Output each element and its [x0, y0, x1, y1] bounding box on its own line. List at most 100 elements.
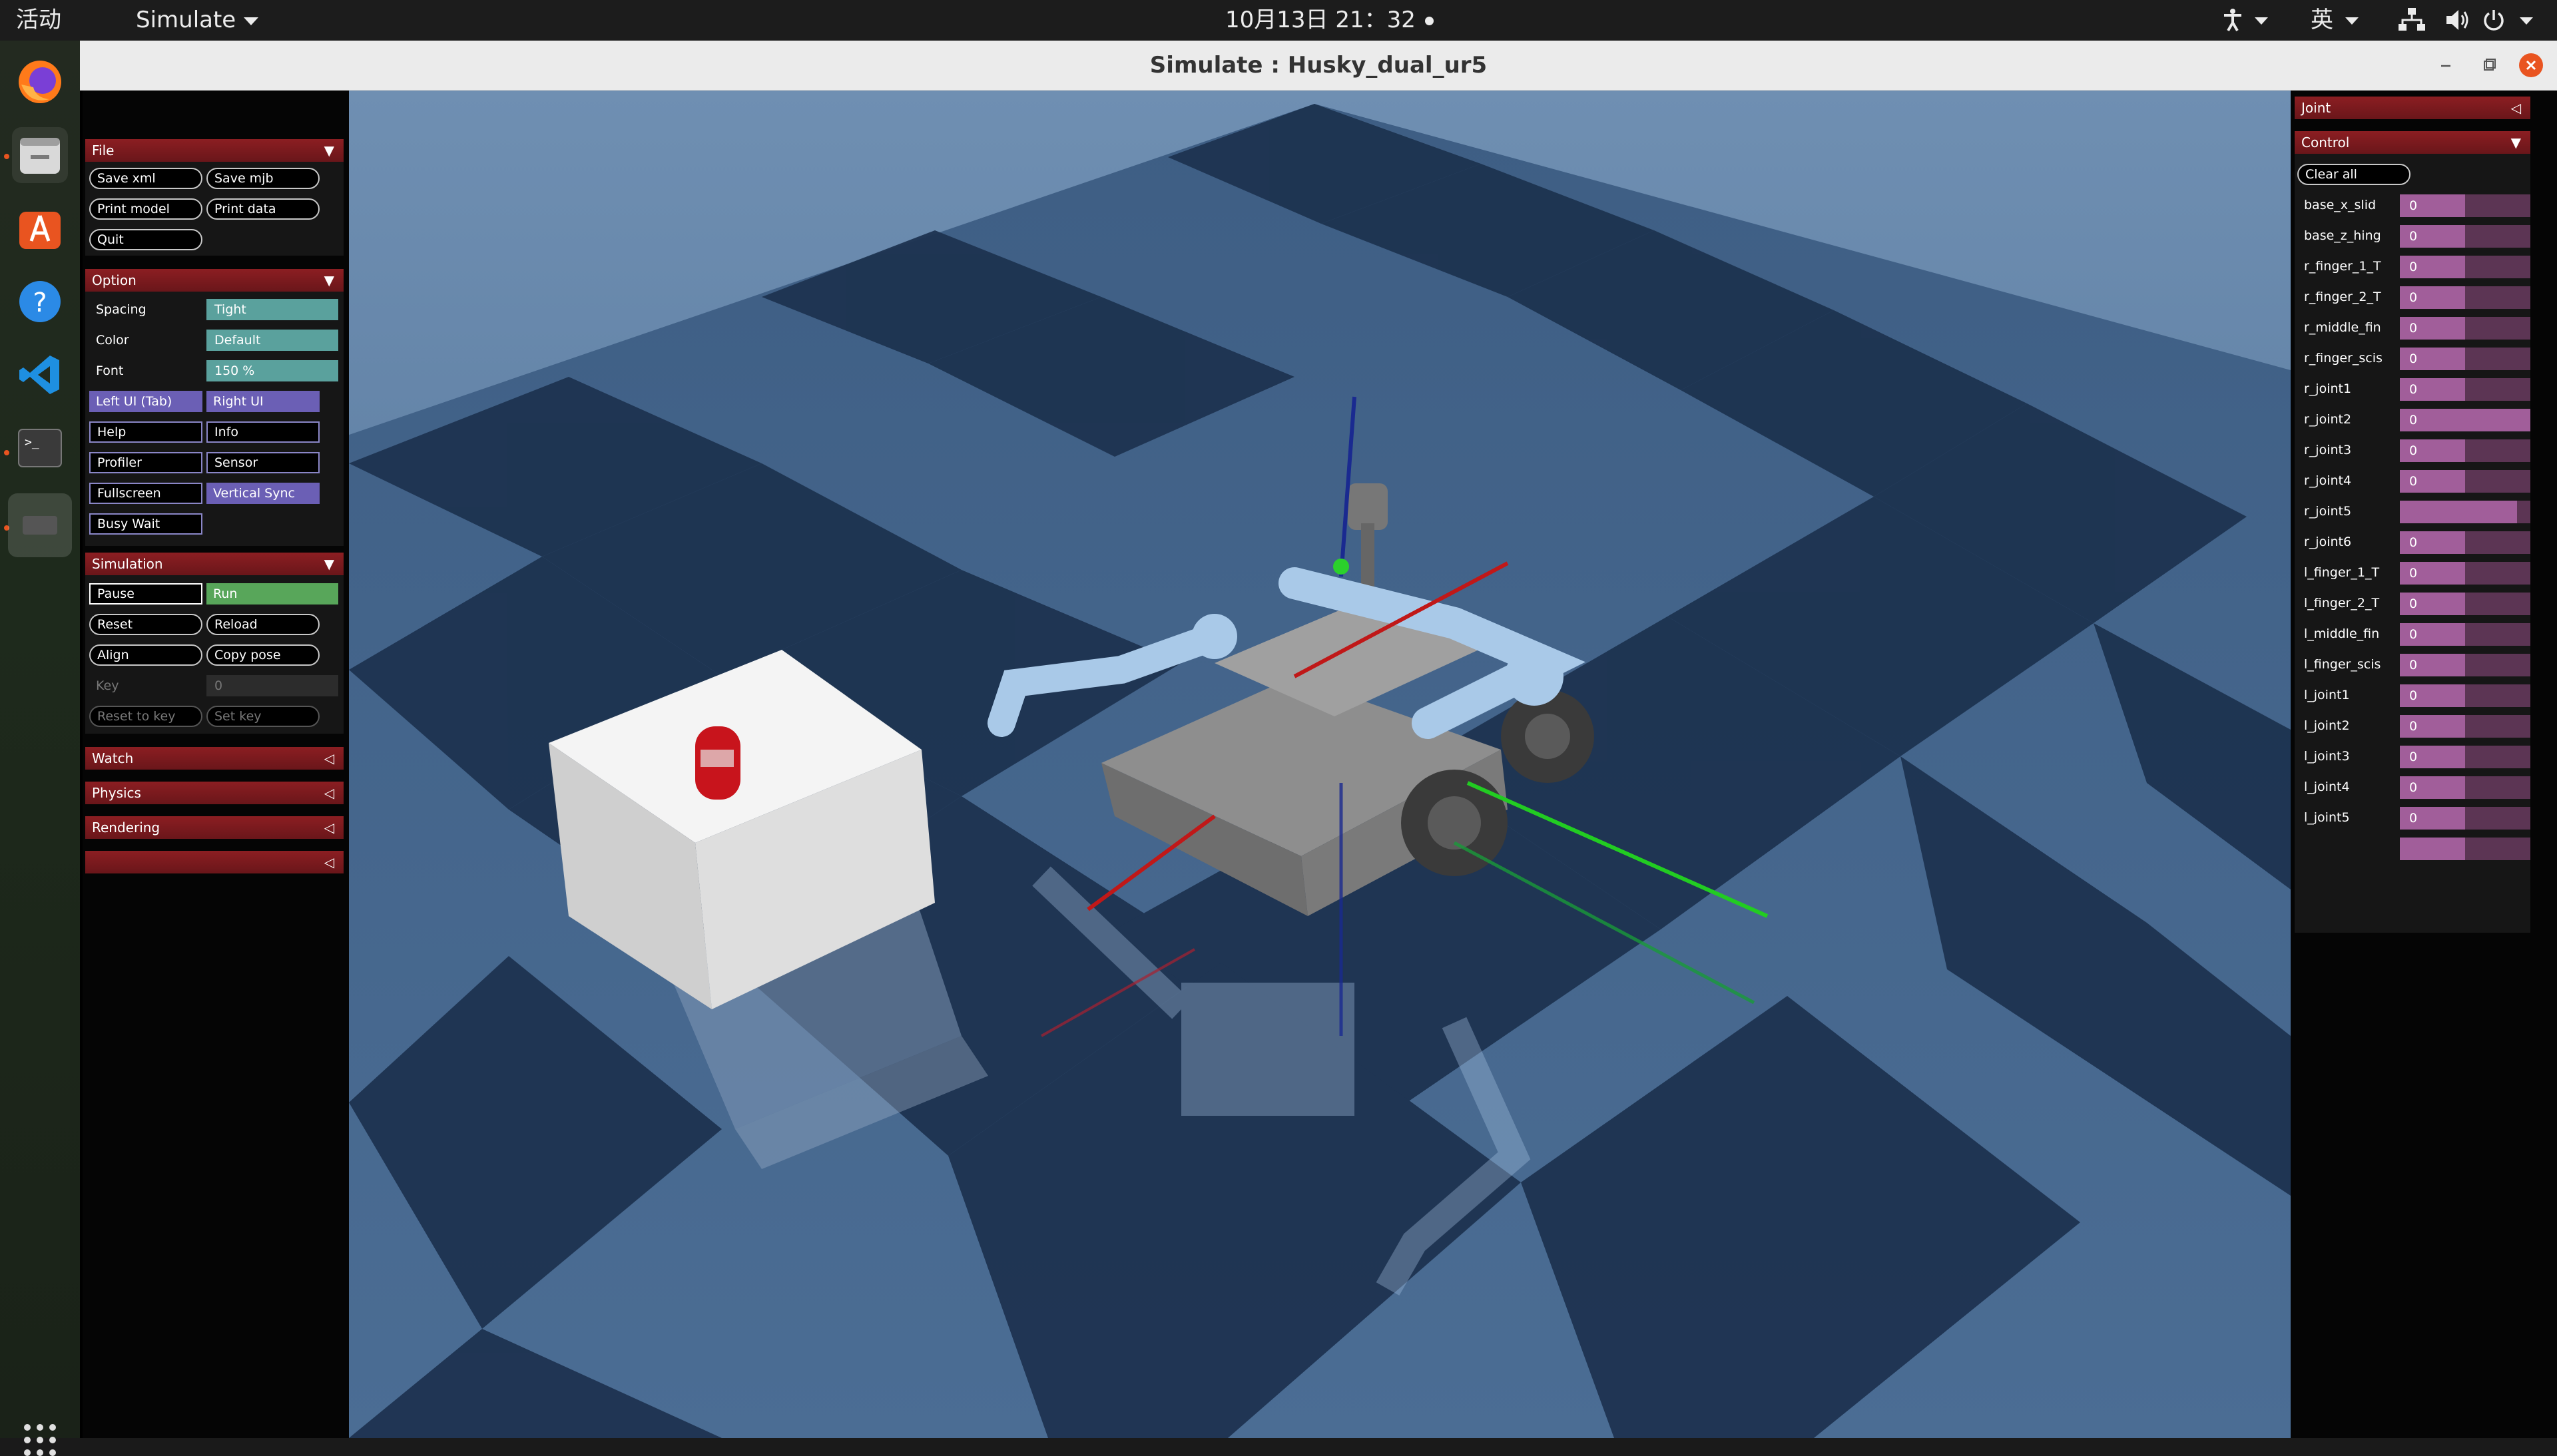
- control-label: [2297, 838, 2404, 859]
- control-row: l_joint3 0: [2291, 746, 2530, 768]
- spacing-select[interactable]: Tight: [206, 299, 338, 320]
- right-ui-toggle[interactable]: Right UI: [206, 391, 320, 412]
- control-row: [2291, 838, 2530, 860]
- control-slider[interactable]: [2400, 501, 2530, 523]
- terminal-icon: >_: [18, 429, 62, 467]
- section-title: Rendering: [92, 820, 160, 836]
- control-slider[interactable]: 0: [2400, 194, 2530, 217]
- control-slider[interactable]: 0: [2400, 378, 2530, 401]
- control-slider[interactable]: 0: [2400, 562, 2530, 585]
- slider-value: 0: [2409, 229, 2418, 244]
- control-label: r_joint5: [2304, 504, 2352, 519]
- control-slider[interactable]: 0: [2400, 439, 2530, 462]
- section-file-header[interactable]: File ▼: [85, 139, 344, 162]
- copy-pose-button[interactable]: Copy pose: [206, 644, 320, 666]
- print-data-button[interactable]: Print data: [206, 198, 320, 220]
- section-watch-header[interactable]: Watch ◁: [85, 747, 344, 770]
- help-toggle[interactable]: Help: [89, 421, 202, 443]
- triangle-left-icon: ◁: [324, 750, 334, 766]
- control-label: r_middle_fin: [2304, 320, 2381, 335]
- control-slider[interactable]: 0: [2400, 531, 2530, 554]
- show-apps-icon[interactable]: [24, 1424, 56, 1456]
- info-toggle[interactable]: Info: [206, 421, 320, 443]
- accessibility-menu[interactable]: [2223, 0, 2269, 41]
- control-slider[interactable]: 0: [2400, 256, 2530, 278]
- input-method-label: 英: [2311, 7, 2333, 33]
- slider-value: 0: [2409, 535, 2418, 550]
- profiler-toggle[interactable]: Profiler: [89, 452, 202, 473]
- control-slider[interactable]: 0: [2400, 470, 2530, 493]
- control-label: l_finger_2_T: [2304, 596, 2380, 610]
- svg-text:?: ?: [33, 288, 47, 318]
- firefox-launcher[interactable]: [12, 54, 68, 110]
- terminal-launcher[interactable]: >_: [12, 420, 68, 476]
- section-rendering-header[interactable]: Rendering ◁: [85, 816, 344, 839]
- files-launcher[interactable]: [12, 127, 68, 183]
- slider-value: 0: [2409, 413, 2418, 427]
- control-slider[interactable]: 0: [2400, 684, 2530, 707]
- control-slider[interactable]: 0: [2400, 746, 2530, 768]
- control-slider[interactable]: 0: [2400, 715, 2530, 738]
- slider-value: 0: [2409, 566, 2418, 581]
- notification-dot-icon: [1425, 17, 1434, 25]
- color-label: Color: [96, 333, 129, 348]
- 3d-viewport[interactable]: [349, 91, 2291, 1438]
- reset-to-key-button[interactable]: Reset to key: [89, 706, 202, 727]
- control-slider[interactable]: 0: [2400, 409, 2530, 431]
- fullscreen-toggle[interactable]: Fullscreen: [89, 483, 202, 504]
- control-label: r_finger_2_T: [2304, 290, 2381, 304]
- clear-all-button[interactable]: Clear all: [2297, 164, 2411, 185]
- section-option-header[interactable]: Option ▼: [85, 269, 344, 292]
- running-app-icon: [23, 516, 57, 535]
- pause-button[interactable]: Pause: [89, 583, 202, 605]
- activities-button[interactable]: 活动: [16, 0, 61, 41]
- control-slider[interactable]: 0: [2400, 654, 2530, 676]
- control-slider[interactable]: 0: [2400, 348, 2530, 370]
- app-center-launcher[interactable]: [12, 200, 68, 256]
- close-button[interactable]: [2519, 53, 2543, 77]
- app-menu[interactable]: Simulate: [136, 0, 259, 41]
- control-slider[interactable]: 0: [2400, 225, 2530, 248]
- align-button[interactable]: Align: [89, 644, 202, 666]
- control-row: base_x_slid 0: [2291, 194, 2530, 217]
- left-ui-toggle[interactable]: Left UI (Tab): [89, 391, 202, 412]
- key-slider[interactable]: 0: [206, 675, 338, 696]
- vertical-sync-toggle[interactable]: Vertical Sync: [206, 483, 320, 504]
- vscode-launcher[interactable]: [12, 347, 68, 403]
- section-unnamed-header[interactable]: ◁: [85, 851, 344, 873]
- font-select[interactable]: 150 %: [206, 360, 338, 381]
- window-titlebar[interactable]: Simulate : Husky_dual_ur5: [80, 41, 2557, 91]
- control-slider[interactable]: 0: [2400, 317, 2530, 340]
- control-label: l_joint4: [2304, 780, 2350, 794]
- section-simulation-header[interactable]: Simulation ▼: [85, 553, 344, 575]
- control-slider[interactable]: 0: [2400, 776, 2530, 799]
- section-physics-header[interactable]: Physics ◁: [85, 782, 344, 804]
- control-slider[interactable]: 0: [2400, 807, 2530, 830]
- busy-wait-toggle[interactable]: Busy Wait: [89, 513, 202, 535]
- section-control-header[interactable]: Control ▼: [2295, 131, 2530, 154]
- color-select[interactable]: Default: [206, 330, 338, 351]
- quit-button[interactable]: Quit: [89, 229, 202, 250]
- control-slider[interactable]: 0: [2400, 623, 2530, 646]
- control-slider[interactable]: [2400, 838, 2530, 860]
- simulate-launcher[interactable]: [8, 493, 72, 557]
- run-button[interactable]: Run: [206, 583, 338, 605]
- save-mjb-button[interactable]: Save mjb: [206, 168, 320, 189]
- reload-button[interactable]: Reload: [206, 614, 320, 635]
- clock[interactable]: 10月13日 21：32: [1225, 0, 1416, 41]
- control-label: base_x_slid: [2304, 198, 2377, 212]
- input-method-menu[interactable]: 英: [2311, 0, 2359, 41]
- slider-value: 0: [2409, 382, 2418, 397]
- set-key-button[interactable]: Set key: [206, 706, 320, 727]
- section-joint-header[interactable]: Joint ◁: [2295, 97, 2530, 119]
- control-slider[interactable]: 0: [2400, 286, 2530, 309]
- section-title: File: [92, 142, 115, 158]
- minimize-icon[interactable]: [2436, 55, 2456, 75]
- save-xml-button[interactable]: Save xml: [89, 168, 202, 189]
- help-launcher[interactable]: ?: [12, 274, 68, 330]
- maximize-icon[interactable]: [2478, 55, 2498, 75]
- sensor-toggle[interactable]: Sensor: [206, 452, 320, 473]
- print-model-button[interactable]: Print model: [89, 198, 202, 220]
- reset-button[interactable]: Reset: [89, 614, 202, 635]
- control-slider[interactable]: 0: [2400, 593, 2530, 615]
